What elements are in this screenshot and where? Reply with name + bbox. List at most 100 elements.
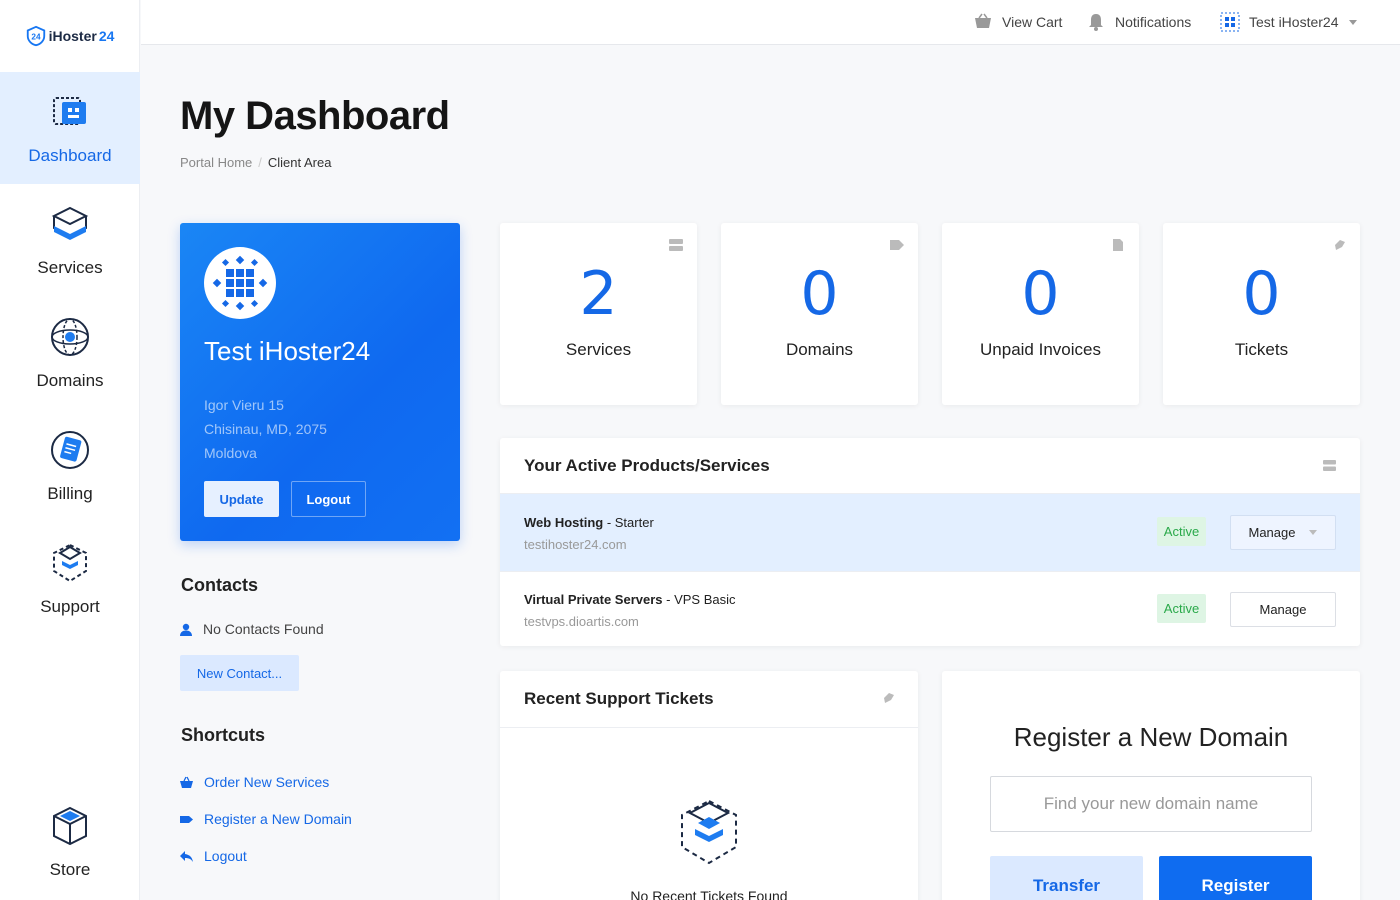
status-badge: Active xyxy=(1157,517,1206,546)
sidebar-item-services[interactable]: Services xyxy=(0,184,140,296)
stat-value: 0 xyxy=(1242,259,1281,329)
services-box-icon xyxy=(51,206,89,240)
active-products-panel: Your Active Products/Services Web Hostin… xyxy=(500,438,1360,646)
service-product: Web Hosting xyxy=(524,515,604,530)
sidebar-item-label: Store xyxy=(49,860,91,879)
empty-tickets-box-icon xyxy=(681,799,737,865)
panel-title: Your Active Products/Services xyxy=(524,456,770,475)
panel-title: Recent Support Tickets xyxy=(524,689,714,708)
service-domain: testvps.dioartis.com xyxy=(524,614,639,629)
breadcrumb: Portal Home / Client Area xyxy=(180,155,331,170)
service-row[interactable]: Web Hosting - Starter testihoster24.com … xyxy=(500,494,1360,571)
brand-name-suffix: 24 xyxy=(98,28,115,44)
contacts-heading: Contacts xyxy=(181,575,259,595)
avatar xyxy=(204,247,276,319)
chevron-down-icon xyxy=(1349,19,1358,25)
divider xyxy=(500,727,918,728)
service-plan: - Starter xyxy=(603,515,654,530)
stat-value: 2 xyxy=(579,259,618,329)
chevron-down-icon xyxy=(1309,530,1318,535)
register-button[interactable]: Register xyxy=(1159,856,1312,900)
shortcut-label: Register a New Domain xyxy=(204,811,352,827)
globe-icon xyxy=(51,318,89,356)
comment-icon xyxy=(884,693,894,703)
view-cart-label: View Cart xyxy=(1002,14,1063,30)
brand-logo[interactable]: 24 iHoster 24 xyxy=(0,0,139,72)
shortcuts-heading: Shortcuts xyxy=(181,725,266,745)
service-plan: - VPS Basic xyxy=(662,592,736,607)
breadcrumb-portal-home[interactable]: Portal Home xyxy=(180,155,252,170)
manage-label: Manage xyxy=(1259,602,1307,617)
sidebar-item-store[interactable]: Store xyxy=(0,786,140,898)
svg-text:24: 24 xyxy=(31,33,41,42)
shortcut-logout[interactable]: Logout xyxy=(180,848,247,864)
update-profile-button[interactable]: Update xyxy=(204,481,279,517)
account-name: Test iHoster24 xyxy=(1249,14,1339,30)
user-icon xyxy=(180,623,192,636)
sidebar-item-billing[interactable]: Billing xyxy=(0,410,140,522)
stat-tile-tickets[interactable]: 0 Tickets xyxy=(1163,223,1360,405)
profile-card: Test iHoster24 Igor Vieru 15 Chisinau, M… xyxy=(180,223,460,541)
status-badge: Active xyxy=(1157,594,1206,623)
register-domain-panel: Register a New Domain Transfer Register xyxy=(942,671,1360,900)
sidebar-item-label: Support xyxy=(40,597,100,616)
sidebar-item-label: Dashboard xyxy=(28,146,112,165)
stat-tile-domains[interactable]: 0 Domains xyxy=(721,223,918,405)
service-name: Virtual Private Servers - VPS Basic xyxy=(524,592,735,607)
address-country: Moldova xyxy=(204,445,257,461)
server-icon xyxy=(669,239,683,251)
top-bar: View Cart Notifications Test iHoster24 xyxy=(141,0,1400,45)
server-icon xyxy=(1323,460,1336,471)
tag-icon xyxy=(180,815,193,823)
notifications-label: Notifications xyxy=(1115,14,1192,30)
service-domain: testihoster24.com xyxy=(524,537,627,552)
logout-button[interactable]: Logout xyxy=(291,481,366,517)
service-name: Web Hosting - Starter xyxy=(524,515,654,530)
shortcut-label: Order New Services xyxy=(204,774,330,790)
contacts-empty: No Contacts Found xyxy=(180,621,324,637)
manage-button[interactable]: Manage xyxy=(1230,592,1336,627)
cart-basket-icon xyxy=(975,13,991,28)
register-domain-heading: Register a New Domain xyxy=(1013,722,1289,752)
manage-label: Manage xyxy=(1248,525,1296,540)
recent-tickets-panel: Recent Support Tickets No Recent Tickets… xyxy=(500,671,918,900)
stat-label: Domains xyxy=(785,340,854,359)
back-arrow-icon xyxy=(180,850,193,862)
account-grid-icon xyxy=(1220,12,1240,32)
transfer-button[interactable]: Transfer xyxy=(990,856,1143,900)
basket-icon xyxy=(180,776,193,788)
sidebar-item-dashboard[interactable]: Dashboard xyxy=(0,72,140,184)
shortcut-register-domain[interactable]: Register a New Domain xyxy=(180,811,352,827)
tag-icon xyxy=(890,240,904,250)
bell-icon xyxy=(1089,14,1103,31)
shortcut-label: Logout xyxy=(204,848,247,864)
stat-label: Unpaid Invoices xyxy=(980,340,1101,359)
domain-search-input[interactable] xyxy=(990,776,1312,832)
stat-tile-services[interactable]: 2 Services xyxy=(500,223,697,405)
contacts-empty-text: No Contacts Found xyxy=(203,621,324,637)
store-cube-icon xyxy=(53,806,87,846)
sidebar-item-support[interactable]: Support xyxy=(0,523,140,635)
manage-button[interactable]: Manage xyxy=(1230,515,1336,550)
stat-label: Tickets xyxy=(1234,340,1289,359)
address-line-1: Igor Vieru 15 xyxy=(204,397,284,413)
shortcut-order-services[interactable]: Order New Services xyxy=(180,774,329,790)
sidebar-item-label: Billing xyxy=(47,484,93,503)
sidebar-item-domains[interactable]: Domains xyxy=(0,297,140,409)
view-cart-link[interactable]: View Cart xyxy=(973,12,1062,32)
sidebar-item-label: Services xyxy=(37,258,103,277)
stat-value: 0 xyxy=(800,259,839,329)
new-contact-button[interactable]: New Contact... xyxy=(180,655,299,691)
comment-icon xyxy=(1335,240,1345,250)
account-menu[interactable]: Test iHoster24 xyxy=(1220,12,1358,32)
brand-name-prefix: iHoster xyxy=(48,28,97,44)
tickets-empty-text: No Recent Tickets Found xyxy=(630,888,788,900)
notifications-link[interactable]: Notifications xyxy=(1086,12,1191,32)
stat-value: 0 xyxy=(1021,259,1060,329)
sidebar-item-label: Domains xyxy=(36,371,104,390)
service-row[interactable]: Virtual Private Servers - VPS Basic test… xyxy=(500,571,1360,648)
breadcrumb-separator: / xyxy=(258,155,262,170)
sidebar: 24 iHoster24 Dashboard Services Domains xyxy=(0,0,140,900)
breadcrumb-current: Client Area xyxy=(267,155,332,170)
stat-tile-invoices[interactable]: 0 Unpaid Invoices xyxy=(942,223,1139,405)
